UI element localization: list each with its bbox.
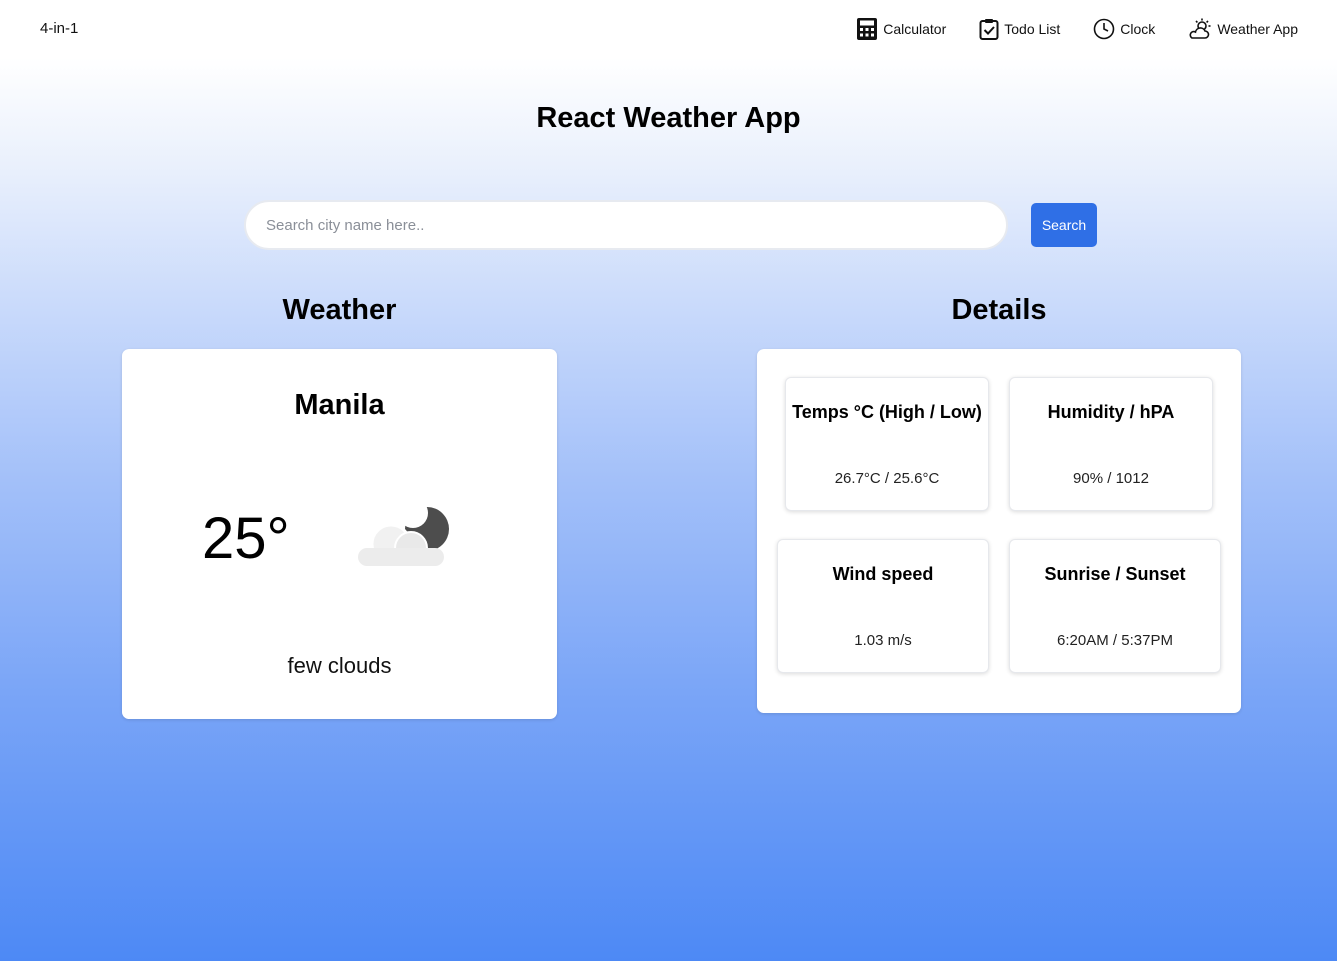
detail-value: 26.7°C / 25.6°C	[834, 470, 940, 487]
detail-box-wind-speed: Wind speed 1.03 m/s	[777, 539, 989, 673]
nav-item-label: Clock	[1120, 21, 1156, 37]
nav-item-weather-app[interactable]: Weather App	[1188, 18, 1298, 40]
details-card: Temps °C (High / Low) 26.7°C / 25.6°C Hu…	[757, 349, 1241, 713]
sun-cloud-icon	[1188, 18, 1212, 40]
weather-card: Manila 25° few clouds	[122, 349, 557, 719]
detail-label: Temps °C (High / Low)	[792, 402, 982, 422]
detail-label: Sunrise / Sunset	[1044, 564, 1186, 584]
detail-box-sunrise-sunset: Sunrise / Sunset 6:20AM / 5:37PM	[1009, 539, 1221, 673]
weather-section-title: Weather	[282, 294, 397, 326]
few-clouds-night-icon	[355, 498, 455, 577]
temperature-value: 25°	[202, 506, 290, 571]
detail-value: 1.03 m/s	[854, 632, 912, 649]
detail-box-temps: Temps °C (High / Low) 26.7°C / 25.6°C	[785, 377, 989, 511]
page-title: React Weather App	[536, 102, 801, 134]
nav-menu: Calculator Todo List Clock Weather App	[856, 17, 1298, 41]
nav-item-label: Weather App	[1217, 21, 1298, 37]
detail-value: 90% / 1012	[1073, 470, 1149, 487]
brand-logo-text[interactable]: 4-in-1	[40, 20, 78, 37]
nav-item-label: Calculator	[883, 21, 947, 37]
detail-value: 6:20AM / 5:37PM	[1057, 632, 1173, 649]
clipboard-check-icon	[979, 18, 999, 40]
top-navbar: 4-in-1 Calculator Todo List Clock Weathe…	[0, 0, 1337, 60]
detail-label: Humidity / hPA	[1047, 402, 1175, 422]
nav-item-todo-list[interactable]: Todo List	[979, 18, 1060, 40]
nav-item-label: Todo List	[1004, 21, 1061, 37]
details-section-title: Details	[951, 294, 1047, 326]
weather-description: few clouds	[287, 653, 392, 678]
clock-icon	[1093, 18, 1115, 40]
search-button[interactable]: Search	[1031, 203, 1097, 247]
nav-item-clock[interactable]: Clock	[1093, 18, 1155, 40]
nav-item-calculator[interactable]: Calculator	[856, 17, 946, 41]
calculator-icon	[856, 17, 878, 41]
search-input[interactable]	[244, 200, 1008, 250]
detail-box-humidity: Humidity / hPA 90% / 1012	[1009, 377, 1213, 511]
city-name: Manila	[294, 389, 385, 421]
detail-label: Wind speed	[832, 564, 934, 584]
